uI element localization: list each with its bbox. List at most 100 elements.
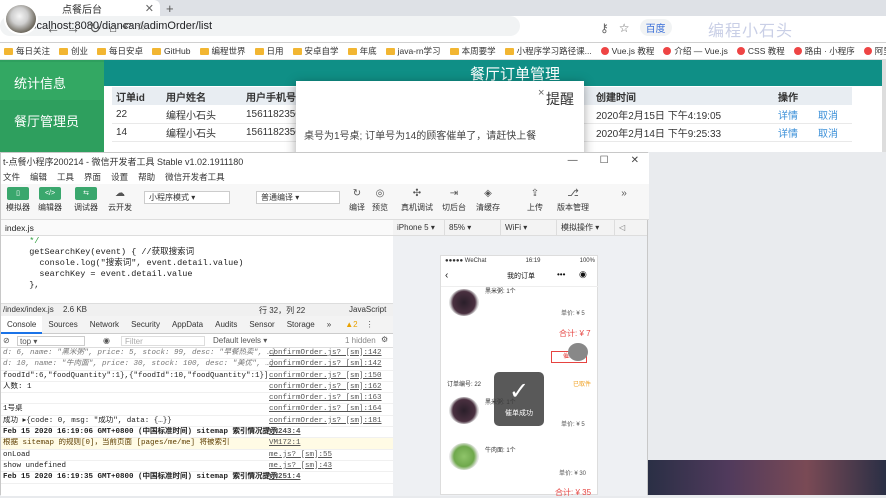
version-button[interactable]: ⎇ 版本管理 — [556, 187, 590, 213]
key-icon[interactable]: ⚷ — [600, 21, 609, 35]
menu-file[interactable]: 文件 — [3, 171, 20, 183]
preview-button[interactable]: ◎ 预览 — [365, 187, 395, 213]
editor-button[interactable]: </> 编辑器 — [35, 187, 65, 213]
code-line: console.log("搜索词", event.detail.value) — [19, 258, 244, 268]
source-link[interactable]: confirmOrder.js? [sm]:162 — [269, 382, 382, 392]
detail-link[interactable]: 详情 — [778, 125, 798, 140]
search-engine-badge[interactable]: 百度 — [639, 19, 672, 36]
order-id: 14 — [116, 127, 128, 138]
bookmark-item[interactable]: 路由 · 小程序 — [793, 45, 855, 57]
bookmark-item[interactable]: Vue.js 教程 — [600, 45, 654, 57]
source-link[interactable]: confirmOrder.js? [sm]:142 — [269, 359, 382, 369]
back-icon[interactable]: ← — [44, 20, 62, 36]
tab-network[interactable]: Network — [84, 316, 125, 334]
simulator-button[interactable]: ▯ 模拟器 — [3, 187, 33, 213]
source-link[interactable]: confirmOrder.js? [sm]:181 — [269, 416, 382, 426]
back-arrow-icon[interactable]: ‹ — [445, 270, 448, 281]
code-editor[interactable]: */ getSearchKey(event) { //获取搜索词 console… — [1, 236, 393, 303]
levels-select[interactable]: Default levels ▾ — [213, 336, 267, 345]
bookmark-item[interactable]: 每日安卓 — [97, 45, 143, 57]
source-link[interactable]: confirmOrder.js? [sm]:163 — [269, 393, 382, 403]
minimize-icon[interactable]: — — [568, 155, 578, 166]
compile-mode-select[interactable]: 普通编译 ▾ — [256, 191, 340, 204]
switch-background-button[interactable]: ⇥ 切后台 — [439, 187, 469, 213]
clear-console-icon[interactable]: ⊘ — [3, 336, 10, 345]
page-scrollbar[interactable] — [882, 60, 886, 160]
zoom-select[interactable]: 85% ▾ — [445, 219, 501, 236]
tab-storage[interactable]: Storage — [281, 316, 321, 334]
sidebar-item-stats[interactable]: 统计信息 — [0, 62, 104, 102]
clear-cache-button[interactable]: ◈ 清缓存 — [473, 187, 503, 213]
menu-tools[interactable]: 工具 — [57, 171, 74, 183]
eye-icon[interactable]: ◉ — [103, 336, 110, 345]
editor-file-tab[interactable]: index.js — [1, 220, 393, 236]
bookmark-item[interactable]: 年底 — [347, 45, 377, 57]
detail-link[interactable]: 详情 — [778, 107, 798, 122]
kebab-menu-icon[interactable]: ⋮ — [366, 320, 374, 329]
bookmark-item[interactable]: 创业 — [59, 45, 88, 57]
tab-close-icon[interactable]: ✕ — [145, 2, 154, 15]
source-link[interactable]: confirmOrder.js? [sm]:164 — [269, 404, 382, 414]
debugger-button[interactable]: ⇆ 调试器 — [71, 187, 101, 213]
tab-audits[interactable]: Audits — [209, 316, 243, 334]
more-dots-icon[interactable]: ••• — [557, 270, 565, 279]
tab-more[interactable]: » — [321, 316, 337, 334]
console-tab-bar: Console Sources Network Security AppData… — [1, 315, 393, 334]
cancel-link[interactable]: 取消 — [818, 125, 838, 140]
source-link[interactable]: me.js? [sm]:43 — [269, 461, 332, 471]
source-link[interactable]: confirmOrder.js? [sm]:150 — [269, 371, 382, 381]
tab-sources[interactable]: Sources — [42, 316, 83, 334]
device-select[interactable]: iPhone 5 ▾ — [393, 219, 445, 236]
menu-view[interactable]: 界面 — [84, 171, 101, 183]
col-created-time: 创建时间 — [596, 92, 636, 104]
bookmark-item[interactable]: 本周要学 — [449, 45, 496, 57]
menu-edit[interactable]: 编辑 — [30, 171, 47, 183]
source-link[interactable]: me.js? [sm]:55 — [269, 450, 332, 460]
tab-security[interactable]: Security — [125, 316, 166, 334]
source-link[interactable]: VM251:4 — [269, 472, 301, 482]
close-icon[interactable]: ✕ — [631, 155, 639, 166]
cloud-dev-button[interactable]: ☁ 云开发 — [105, 187, 135, 213]
bookmark-item[interactable]: GitHub — [152, 46, 191, 56]
tab-appdata[interactable]: AppData — [166, 316, 209, 334]
reload-icon[interactable]: ↻ — [86, 20, 104, 37]
console-output[interactable]: d: 6, name: "黑米粥", price: 5, stock: 99, … — [1, 348, 393, 496]
cancel-link[interactable]: 取消 — [818, 107, 838, 122]
source-link[interactable]: confirmOrder.js? [sm]:142 — [269, 348, 382, 358]
bookmark-item[interactable]: 安卓自学 — [292, 45, 339, 57]
console-filter-input[interactable]: Filter — [121, 336, 205, 346]
forward-icon[interactable]: → — [64, 20, 82, 36]
settings-gear-icon[interactable]: ⚙ — [381, 335, 388, 344]
tab-sensor[interactable]: Sensor — [243, 316, 280, 334]
bookmark-item[interactable]: 编程世界 — [199, 45, 246, 57]
menu-devtools[interactable]: 微信开发者工具 — [165, 171, 225, 183]
warning-icon[interactable]: ▲ — [345, 320, 353, 329]
mode-select[interactable]: 小程序模式 ▾ — [144, 191, 230, 204]
tab-console[interactable]: Console — [1, 315, 43, 334]
bookmark-star-icon[interactable]: ☆ — [132, 20, 150, 33]
star-icon[interactable]: ☆ — [619, 21, 630, 35]
dialog-close-icon[interactable]: × — [538, 87, 544, 99]
bookmark-item[interactable]: CSS 教程 — [736, 45, 785, 57]
maximize-icon[interactable]: ☐ — [600, 155, 609, 166]
bookmark-item[interactable]: 日用 — [254, 45, 284, 57]
bookmark-item[interactable]: 阿里云推荐有礼活动 — [863, 45, 886, 57]
context-select[interactable]: top ▾ — [17, 336, 85, 346]
upload-button[interactable]: ⇪ 上传 — [520, 187, 550, 213]
mute-icon[interactable]: ◁ — [615, 223, 625, 232]
bookmark-item[interactable]: 小程序学习路径课... — [504, 45, 592, 57]
capsule-close-icon[interactable]: ◉ — [579, 269, 587, 280]
source-link[interactable]: VM243:4 — [269, 427, 301, 437]
new-tab-icon[interactable]: + — [166, 1, 174, 16]
real-device-debug-button[interactable]: ✣ 真机调试 — [399, 187, 435, 213]
simulate-action-select[interactable]: 模拟操作 ▾ — [557, 219, 615, 236]
sidebar-item-restaurant-admin[interactable]: 餐厅管理员 — [0, 100, 104, 140]
bookmark-item[interactable]: 介绍 — Vue.js — [663, 45, 728, 57]
source-link[interactable]: VM172:1 — [269, 438, 301, 448]
more-icon[interactable]: » — [609, 187, 639, 202]
network-select[interactable]: WiFi ▾ — [501, 219, 557, 236]
menu-help[interactable]: 帮助 — [138, 171, 155, 183]
bookmark-item[interactable]: 每日关注 — [4, 45, 50, 57]
menu-settings[interactable]: 设置 — [111, 171, 128, 183]
bookmark-item[interactable]: java-rn学习 — [385, 45, 441, 57]
